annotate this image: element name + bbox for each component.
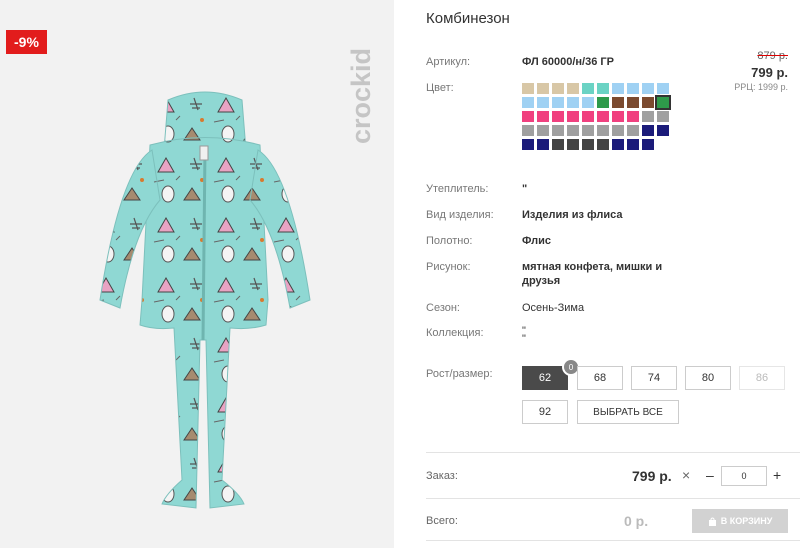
divider (426, 498, 800, 499)
size-option-62[interactable]: 62 (522, 366, 568, 390)
color-swatch[interactable] (657, 83, 669, 94)
brand-logo: crockid (346, 48, 376, 144)
color-swatches (522, 83, 672, 150)
color-swatch[interactable] (567, 97, 579, 108)
color-swatch[interactable] (582, 111, 594, 122)
old-price: 879 р. (757, 50, 788, 62)
shopping-bag-icon (708, 517, 716, 526)
color-swatch[interactable] (627, 97, 639, 108)
size-option-86: 86 (739, 366, 785, 390)
color-swatch[interactable] (537, 83, 549, 94)
season-label: Сезон: (426, 302, 460, 314)
add-to-cart-button[interactable]: В КОРЗИНУ (692, 509, 788, 533)
color-swatch[interactable] (642, 125, 654, 136)
color-swatch[interactable] (597, 111, 609, 122)
season-value: Осень-Зима (522, 302, 585, 314)
color-swatch[interactable] (537, 125, 549, 136)
collection-label: Коллекция: (426, 327, 484, 339)
product-info: Комбинезон Артикул: ФЛ 60000/н/36 ГР 879… (426, 0, 800, 548)
order-unit-price: 799 р. (632, 468, 672, 484)
color-swatch[interactable] (642, 111, 654, 122)
type-label: Вид изделия: (426, 209, 494, 221)
color-swatch[interactable] (642, 97, 654, 108)
color-swatch[interactable] (627, 125, 639, 136)
color-swatch[interactable] (612, 97, 624, 108)
svg-text:crockid: crockid (346, 48, 376, 144)
color-swatch[interactable] (642, 83, 654, 94)
add-to-cart-label: В КОРЗИНУ (720, 516, 773, 526)
color-swatch[interactable] (657, 125, 669, 136)
times-icon: × (682, 467, 691, 483)
color-swatch[interactable] (582, 97, 594, 108)
pattern-value-line2: друзья (522, 275, 561, 287)
type-value: Изделия из флиса (522, 209, 623, 221)
color-swatch[interactable] (522, 97, 534, 108)
color-swatch[interactable] (537, 97, 549, 108)
size-option-68[interactable]: 68 (577, 366, 623, 390)
color-swatch[interactable] (642, 139, 654, 150)
color-swatch[interactable] (567, 111, 579, 122)
product-title: Комбинезон (426, 10, 510, 27)
order-label: Заказ: (426, 470, 458, 482)
color-swatch[interactable] (597, 125, 609, 136)
color-swatch[interactable] (522, 83, 534, 94)
size-option-74[interactable]: 74 (631, 366, 677, 390)
discount-badge: -9% (6, 30, 47, 54)
quantity-plus-button[interactable]: + (773, 467, 781, 483)
color-swatch[interactable] (552, 139, 564, 150)
select-all-sizes-button[interactable]: ВЫБРАТЬ ВСЕ (577, 400, 679, 424)
total-label: Всего: (426, 515, 458, 527)
size-option-92[interactable]: 92 (522, 400, 568, 424)
pattern-label: Рисунок: (426, 261, 471, 273)
color-swatch[interactable] (522, 125, 534, 136)
current-price: 799 р. (751, 65, 788, 80)
article-value: ФЛ 60000/н/36 ГР (522, 56, 614, 68)
rrp-price: РРЦ: 1999 р. (734, 82, 788, 92)
color-swatch[interactable] (522, 139, 534, 150)
divider (426, 452, 800, 453)
color-swatch[interactable] (537, 111, 549, 122)
color-swatch[interactable] (537, 139, 549, 150)
jumpsuit-illustration (99, 91, 311, 509)
color-swatch[interactable] (597, 139, 609, 150)
color-swatch[interactable] (627, 83, 639, 94)
color-swatch[interactable] (612, 83, 624, 94)
collection-value-line2: " (522, 333, 526, 345)
color-swatch[interactable] (627, 111, 639, 122)
size-label: Рост/размер: (426, 368, 493, 380)
color-swatch[interactable] (552, 97, 564, 108)
color-swatch[interactable] (627, 139, 639, 150)
size-option-80[interactable]: 80 (685, 366, 731, 390)
insulation-value: " (522, 183, 528, 195)
divider (426, 540, 800, 541)
color-swatch[interactable] (612, 139, 624, 150)
color-swatch[interactable] (582, 125, 594, 136)
fabric-label: Полотно: (426, 235, 473, 247)
article-label: Артикул: (426, 56, 471, 68)
color-swatch[interactable] (612, 111, 624, 122)
color-swatch[interactable] (552, 83, 564, 94)
quantity-input[interactable]: 0 (721, 466, 767, 486)
color-swatch[interactable] (567, 139, 579, 150)
color-swatch[interactable] (657, 111, 669, 122)
color-swatch[interactable] (552, 125, 564, 136)
quantity-minus-button[interactable]: – (706, 467, 714, 483)
insulation-label: Утеплитель: (426, 183, 489, 195)
pattern-value-line1: мятная конфета, мишки и (522, 261, 663, 273)
color-swatch[interactable] (552, 111, 564, 122)
color-swatch[interactable] (567, 83, 579, 94)
product-image[interactable]: -9% crockid (0, 0, 394, 548)
fabric-value: Флис (522, 235, 551, 247)
color-swatch[interactable] (567, 125, 579, 136)
color-swatch[interactable] (597, 97, 609, 108)
total-value: 0 р. (624, 513, 649, 529)
color-swatch[interactable] (655, 95, 671, 110)
color-label: Цвет: (426, 82, 454, 94)
color-swatch[interactable] (597, 83, 609, 94)
color-swatch[interactable] (522, 111, 534, 122)
color-swatch[interactable] (582, 83, 594, 94)
color-swatch[interactable] (582, 139, 594, 150)
color-swatch[interactable] (612, 125, 624, 136)
